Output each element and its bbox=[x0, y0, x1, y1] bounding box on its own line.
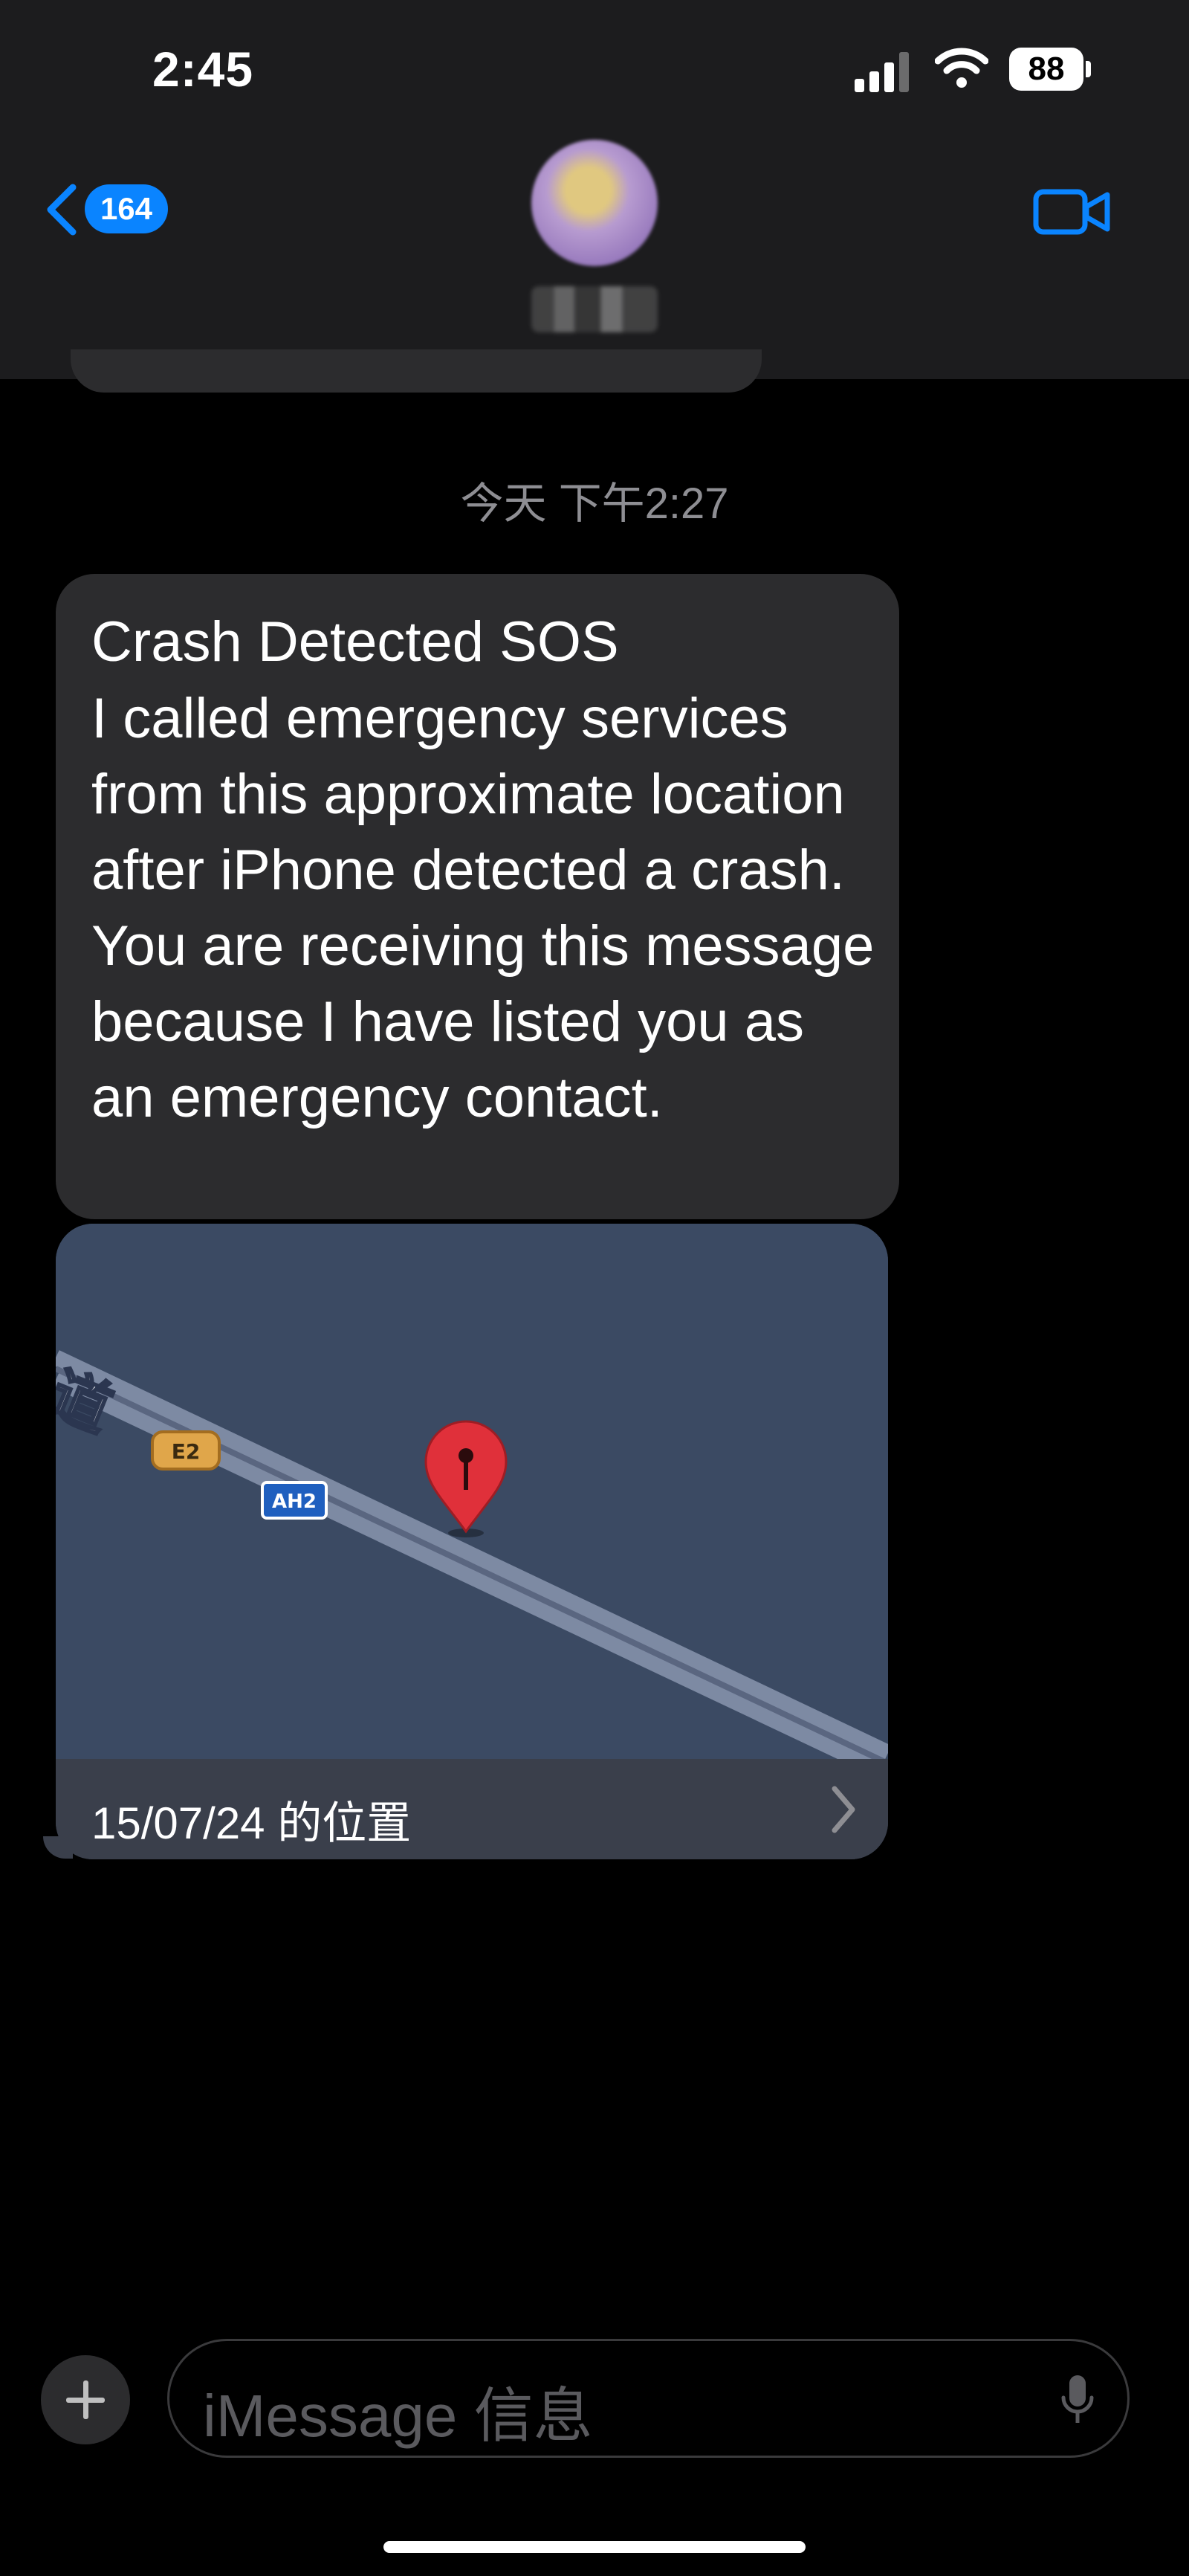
received-message-bubble[interactable]: Crash Detected SOS I called emergency se… bbox=[56, 574, 899, 1219]
map-caption-bar[interactable]: 15/07/24 的位置 bbox=[56, 1759, 888, 1859]
contact-name-blurred[interactable] bbox=[531, 286, 658, 332]
message-input[interactable]: iMessage 信息 bbox=[167, 2339, 1130, 2458]
video-camera-icon[interactable] bbox=[1033, 178, 1112, 245]
unread-count-badge: 164 bbox=[85, 184, 168, 233]
route-badge-e2-label: E2 bbox=[172, 1439, 201, 1464]
map-preview: 道 E2 AH2 bbox=[56, 1224, 888, 1759]
battery-level: 88 bbox=[1009, 48, 1083, 91]
battery-icon: 88 bbox=[1009, 48, 1092, 91]
bubble-tail bbox=[43, 1836, 73, 1859]
message-body: I called emergency services from this ap… bbox=[91, 687, 875, 1129]
route-badge-ah2-label: AH2 bbox=[272, 1491, 317, 1513]
home-indicator bbox=[383, 2541, 806, 2553]
back-chevron-icon bbox=[47, 184, 77, 236]
wifi-icon bbox=[935, 48, 988, 88]
chevron-right-icon bbox=[832, 1786, 855, 1833]
route-badge-e2: E2 bbox=[151, 1430, 221, 1471]
map-caption: 15/07/24 的位置 bbox=[91, 1798, 412, 1848]
cellular-signal-icon bbox=[855, 52, 910, 92]
location-map-card[interactable]: 道 E2 AH2 15/07/24 的位置 bbox=[56, 1224, 888, 1859]
plus-icon[interactable] bbox=[41, 2355, 130, 2444]
back-button[interactable]: 164 bbox=[43, 178, 177, 238]
microphone-icon[interactable] bbox=[1059, 2372, 1096, 2430]
status-time: 2:45 bbox=[152, 42, 254, 97]
previous-message-bubble-edge bbox=[71, 349, 762, 393]
message-timestamp: 今天 下午2:27 bbox=[460, 480, 729, 528]
message-title: Crash Detected SOS bbox=[91, 610, 619, 674]
input-placeholder: iMessage 信息 bbox=[203, 2383, 593, 2449]
contact-avatar[interactable] bbox=[531, 140, 658, 266]
route-badge-ah2: AH2 bbox=[261, 1481, 328, 1520]
